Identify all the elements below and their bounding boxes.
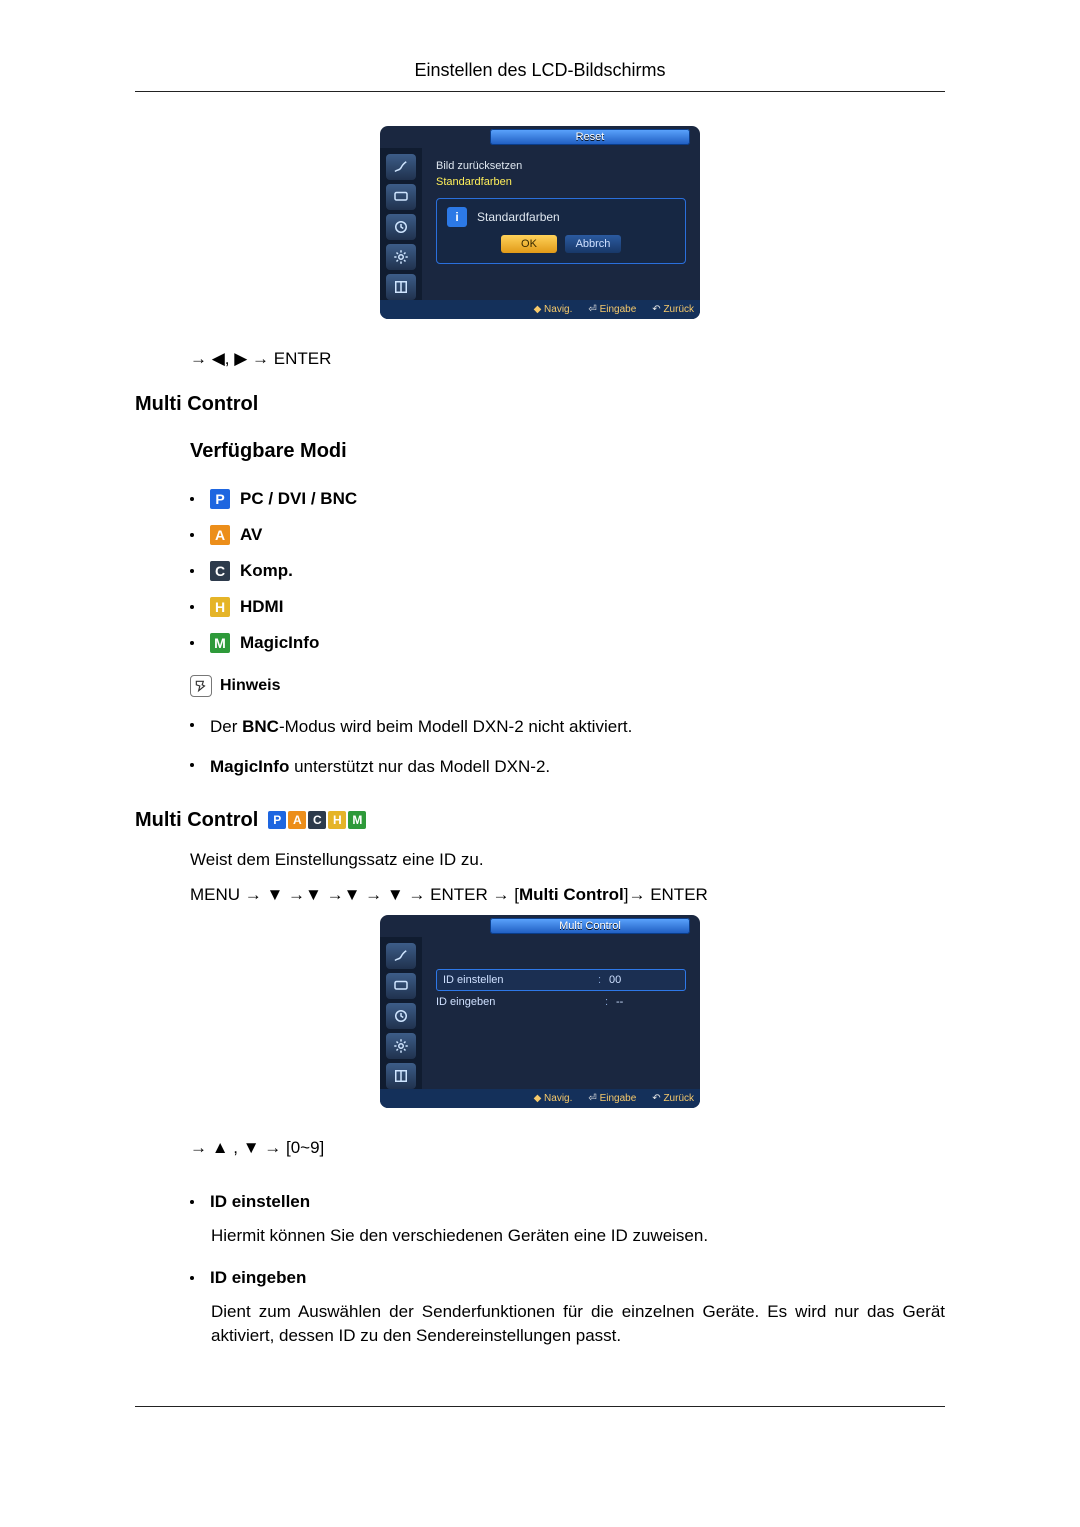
heading-available-modes: Verfügbare Modi: [190, 440, 945, 463]
page-header: Einstellen des LCD-Bildschirms: [135, 60, 945, 92]
osd-confirm-dialog: i Standardfarben OK Abbrch: [436, 198, 686, 264]
osd-ok-button[interactable]: OK: [501, 235, 557, 253]
item-id-enter-label: ID eingeben: [190, 1258, 945, 1294]
note-2: MagicInfo unterstützt nur das Modell DXN…: [190, 747, 945, 787]
osd-side-icons: [380, 148, 422, 300]
osd-line-1: Bild zurücksetzen: [436, 158, 686, 174]
clock-icon: [386, 214, 416, 240]
assign-id-paragraph: Weist dem Einstellungssatz eine ID zu.: [190, 848, 945, 872]
mode-row-av: AAV: [190, 517, 945, 553]
heading-multi-control-2: Multi Control: [135, 809, 258, 832]
note-1: Der BNC-Modus wird beim Modell DXN-2 nic…: [190, 707, 945, 747]
osd-multi-control-panel: Multi Control ID einstellen:00 ID eingeb…: [380, 915, 700, 1108]
m-badge-icon: M: [210, 633, 230, 653]
osd2-row-id-set[interactable]: ID einstellen:00: [436, 969, 686, 991]
note-heading: Hinweis: [190, 675, 945, 697]
osd-footer-hints: ◆ Navig. ⏎ Eingabe ↶ Zurück: [380, 300, 700, 319]
mode-badges-inline: P A C H M: [268, 811, 366, 829]
footer-rule: [135, 1406, 945, 1407]
display-icon: [386, 973, 416, 999]
mode-row-hdmi: HHDMI: [190, 589, 945, 625]
heading-multi-control-1: Multi Control: [135, 393, 945, 416]
mode-row-comp: CKomp.: [190, 553, 945, 589]
item-id-set-label: ID einstellen: [190, 1182, 945, 1218]
a-badge-icon: A: [210, 525, 230, 545]
nav-sequence-1: → ◀, ▶ → ENTER: [190, 349, 945, 369]
mode-row-magicinfo: MMagicInfo: [190, 625, 945, 661]
note-bullets: Der BNC-Modus wird beim Modell DXN-2 nic…: [190, 707, 945, 787]
heading-multi-control-2-row: Multi Control P A C H M: [135, 809, 945, 832]
item-id-set-desc: Hiermit können Sie den verschiedenen Ger…: [211, 1218, 945, 1258]
h-badge-icon: H: [328, 811, 346, 829]
note-icon: [190, 675, 212, 697]
info-icon: i: [447, 207, 467, 227]
osd-reset-panel: Reset Bild zurücksetzen Standardfarben i…: [380, 126, 700, 319]
gear-icon: [386, 1033, 416, 1059]
osd-title: Reset: [490, 129, 690, 145]
menu-sequence: MENU → ▼ →▼ →▼ → ▼ → ENTER → [Multi Cont…: [190, 885, 945, 905]
brush-icon: [386, 943, 416, 969]
brush-icon: [386, 154, 416, 180]
p-badge-icon: P: [268, 811, 286, 829]
mode-row-pc: PPC / DVI / BNC: [190, 481, 945, 517]
h-badge-icon: H: [210, 597, 230, 617]
osd2-row-id-enter[interactable]: ID eingeben:--: [436, 991, 686, 1013]
display-icon: [386, 184, 416, 210]
gear-icon: [386, 244, 416, 270]
a-badge-icon: A: [288, 811, 306, 829]
osd-cancel-button[interactable]: Abbrch: [565, 235, 621, 253]
osd-dialog-label: Standardfarben: [477, 210, 560, 224]
clock-icon: [386, 1003, 416, 1029]
item-id-enter-desc: Dient zum Auswählen der Senderfunktionen…: [211, 1294, 945, 1358]
osd2-title: Multi Control: [490, 918, 690, 934]
book-icon: [386, 274, 416, 300]
osd-line-2-highlight: Standardfarben: [436, 174, 686, 190]
c-badge-icon: C: [210, 561, 230, 581]
osd2-side-icons: [380, 937, 422, 1089]
osd2-footer-hints: ◆ Navig. ⏎ Eingabe ↶ Zurück: [380, 1089, 700, 1108]
m-badge-icon: M: [348, 811, 366, 829]
nav-sequence-2: → ▲ , ▼ → [0~9]: [190, 1138, 945, 1158]
book-icon: [386, 1063, 416, 1089]
p-badge-icon: P: [210, 489, 230, 509]
c-badge-icon: C: [308, 811, 326, 829]
mode-list: PPC / DVI / BNC AAV CKomp. HHDMI MMagicI…: [190, 481, 945, 661]
